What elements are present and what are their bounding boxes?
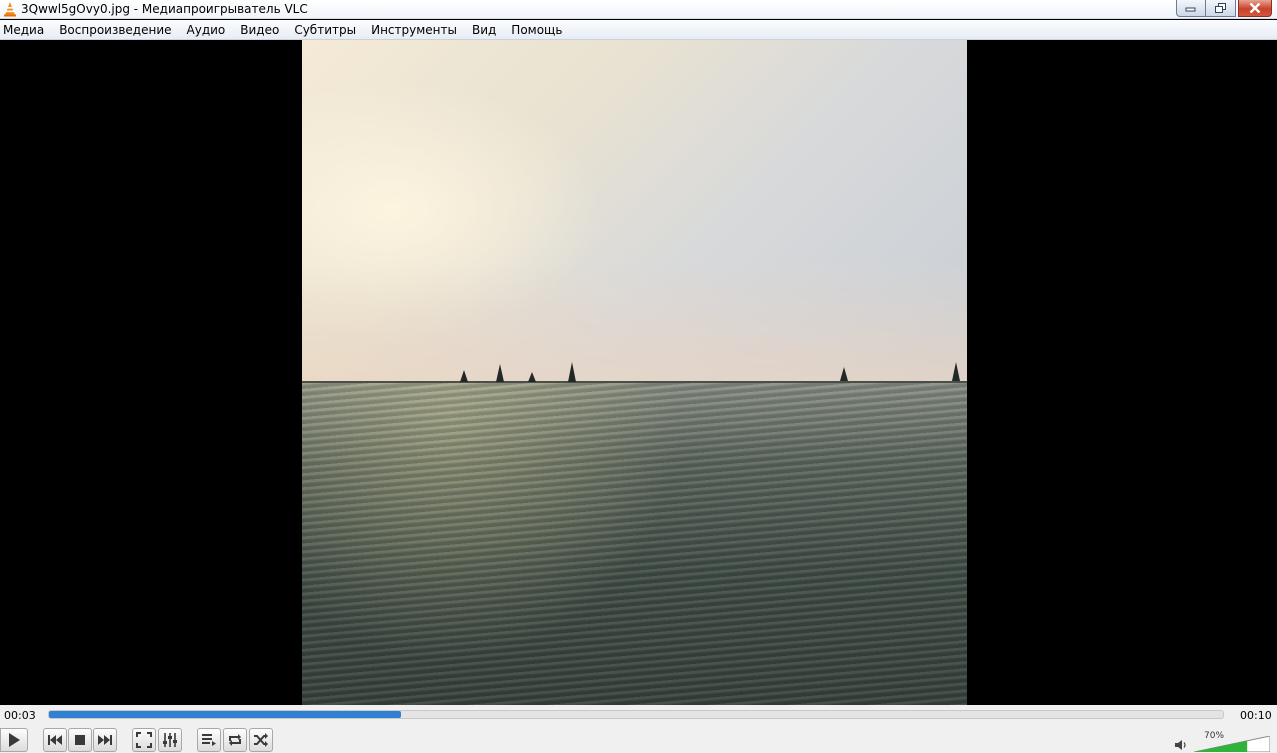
volume-control[interactable]: 70%	[1174, 728, 1274, 752]
minimize-button[interactable]	[1176, 0, 1206, 17]
loop-button[interactable]	[223, 728, 247, 752]
menu-tools[interactable]: Инструменты	[367, 20, 465, 39]
extended-settings-icon	[163, 733, 177, 747]
menu-audio[interactable]: Аудио	[183, 20, 234, 39]
elapsed-time: 00:03	[4, 709, 36, 722]
total-time: 00:10	[1240, 709, 1272, 722]
sailboat	[952, 362, 960, 381]
seek-slider[interactable]	[48, 710, 1224, 719]
sailboat	[496, 364, 504, 382]
previous-icon	[48, 735, 62, 745]
sea	[302, 382, 967, 705]
restore-icon	[1214, 3, 1226, 13]
video-frame	[302, 40, 967, 705]
menu-view[interactable]: Вид	[468, 20, 504, 39]
extended-settings-button[interactable]	[158, 728, 182, 752]
vlc-window: 3Qwwl5gOvy0.jpg - Медиапроигрыватель VLC…	[0, 0, 1277, 753]
loop-icon	[229, 734, 241, 746]
restore-button[interactable]	[1206, 0, 1236, 17]
menu-help[interactable]: Помощь	[507, 20, 570, 39]
close-icon	[1249, 3, 1261, 13]
next-icon	[98, 735, 112, 745]
window-title: 3Qwwl5gOvy0.jpg - Медиапроигрыватель VLC	[21, 2, 308, 16]
previous-button[interactable]	[43, 728, 67, 752]
sailboat	[840, 367, 848, 381]
close-button[interactable]	[1238, 0, 1272, 17]
volume-icon	[1175, 740, 1186, 750]
sky	[302, 40, 967, 382]
shuffle-icon	[254, 733, 268, 747]
seek-row: 00:03 00:10	[0, 705, 1277, 727]
minimize-icon	[1185, 7, 1196, 12]
video-area[interactable]	[0, 40, 1277, 705]
seek-progress	[49, 711, 402, 718]
fullscreen-icon	[136, 732, 152, 748]
next-button[interactable]	[93, 728, 117, 752]
fullscreen-button[interactable]	[132, 728, 156, 752]
sailboat	[460, 370, 468, 382]
sailboat	[568, 362, 576, 382]
shuffle-button[interactable]	[249, 728, 273, 752]
menu-subtitles[interactable]: Субтитры	[290, 20, 364, 39]
stop-button[interactable]	[68, 728, 92, 752]
sailboat	[528, 372, 536, 382]
menu-bar: Медиа Воспроизведение Аудио Видео Субтит…	[0, 20, 1277, 40]
menu-video[interactable]: Видео	[236, 20, 287, 39]
play-icon	[9, 733, 20, 747]
playlist-icon	[202, 734, 216, 746]
playlist-button[interactable]	[197, 728, 221, 752]
title-bar: 3Qwwl5gOvy0.jpg - Медиапроигрыватель VLC	[0, 0, 1277, 19]
play-button[interactable]	[0, 728, 28, 752]
horizon	[302, 381, 967, 383]
volume-slider[interactable]	[1194, 736, 1270, 752]
stop-icon	[75, 735, 85, 745]
vlc-cone-icon	[4, 2, 16, 17]
menu-playback[interactable]: Воспроизведение	[55, 20, 179, 39]
controls-bar: 70%	[0, 727, 1277, 753]
menu-media[interactable]: Медиа	[0, 20, 52, 39]
